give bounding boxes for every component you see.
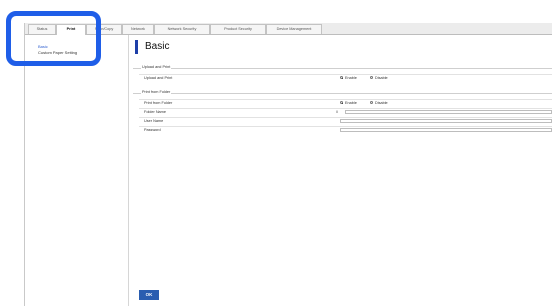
password-input[interactable] (340, 128, 552, 132)
folder-name-row: Folder Name \\ (139, 108, 552, 115)
page-title: Basic (145, 41, 170, 52)
upload-disable-radio[interactable] (370, 76, 373, 79)
upload-and-print-row: Upload and Print Enable Disable (139, 74, 552, 81)
password-label: Password (144, 128, 161, 132)
folder-section-divider (133, 93, 552, 94)
print-from-folder-row: Print from Folder Enable Disable (139, 99, 552, 106)
upload-section-legend: Upload and Print (141, 65, 172, 69)
user-name-label: User Name (144, 119, 164, 123)
upload-section-divider (133, 68, 552, 69)
folder-name-label: Folder Name (144, 110, 166, 114)
folder-name-prefix: \\ (336, 110, 339, 114)
upload-enable-label: Enable (345, 76, 357, 80)
tab-bar: Status Print Scan/Copy Network Network S… (25, 23, 552, 35)
tab-product-security[interactable]: Product Security (210, 24, 266, 34)
folder-disable-label: Disable (375, 101, 388, 105)
sidebar: Basic Custom Paper Setting (25, 35, 129, 306)
user-name-input[interactable] (340, 119, 552, 123)
folder-disable-radio[interactable] (370, 101, 373, 104)
user-name-row: User Name (139, 117, 552, 124)
ok-button[interactable]: OK (139, 290, 159, 300)
print-from-folder-label: Print from Folder (144, 101, 173, 105)
tab-device-management[interactable]: Device Management (266, 24, 322, 34)
upload-and-print-label: Upload and Print (144, 76, 173, 80)
password-row: Password (139, 126, 552, 133)
upload-enable-radio[interactable] (340, 76, 343, 79)
upload-disable-label: Disable (375, 76, 388, 80)
title-accent-bar (135, 40, 138, 54)
folder-section-legend: Print from Folder (141, 90, 172, 94)
folder-name-input[interactable] (345, 110, 552, 114)
callout-highlight-box (6, 11, 101, 66)
tab-network-security[interactable]: Network Security (154, 24, 210, 34)
folder-enable-radio[interactable] (340, 101, 343, 104)
folder-enable-label: Enable (345, 101, 357, 105)
tab-network[interactable]: Network (122, 24, 154, 34)
